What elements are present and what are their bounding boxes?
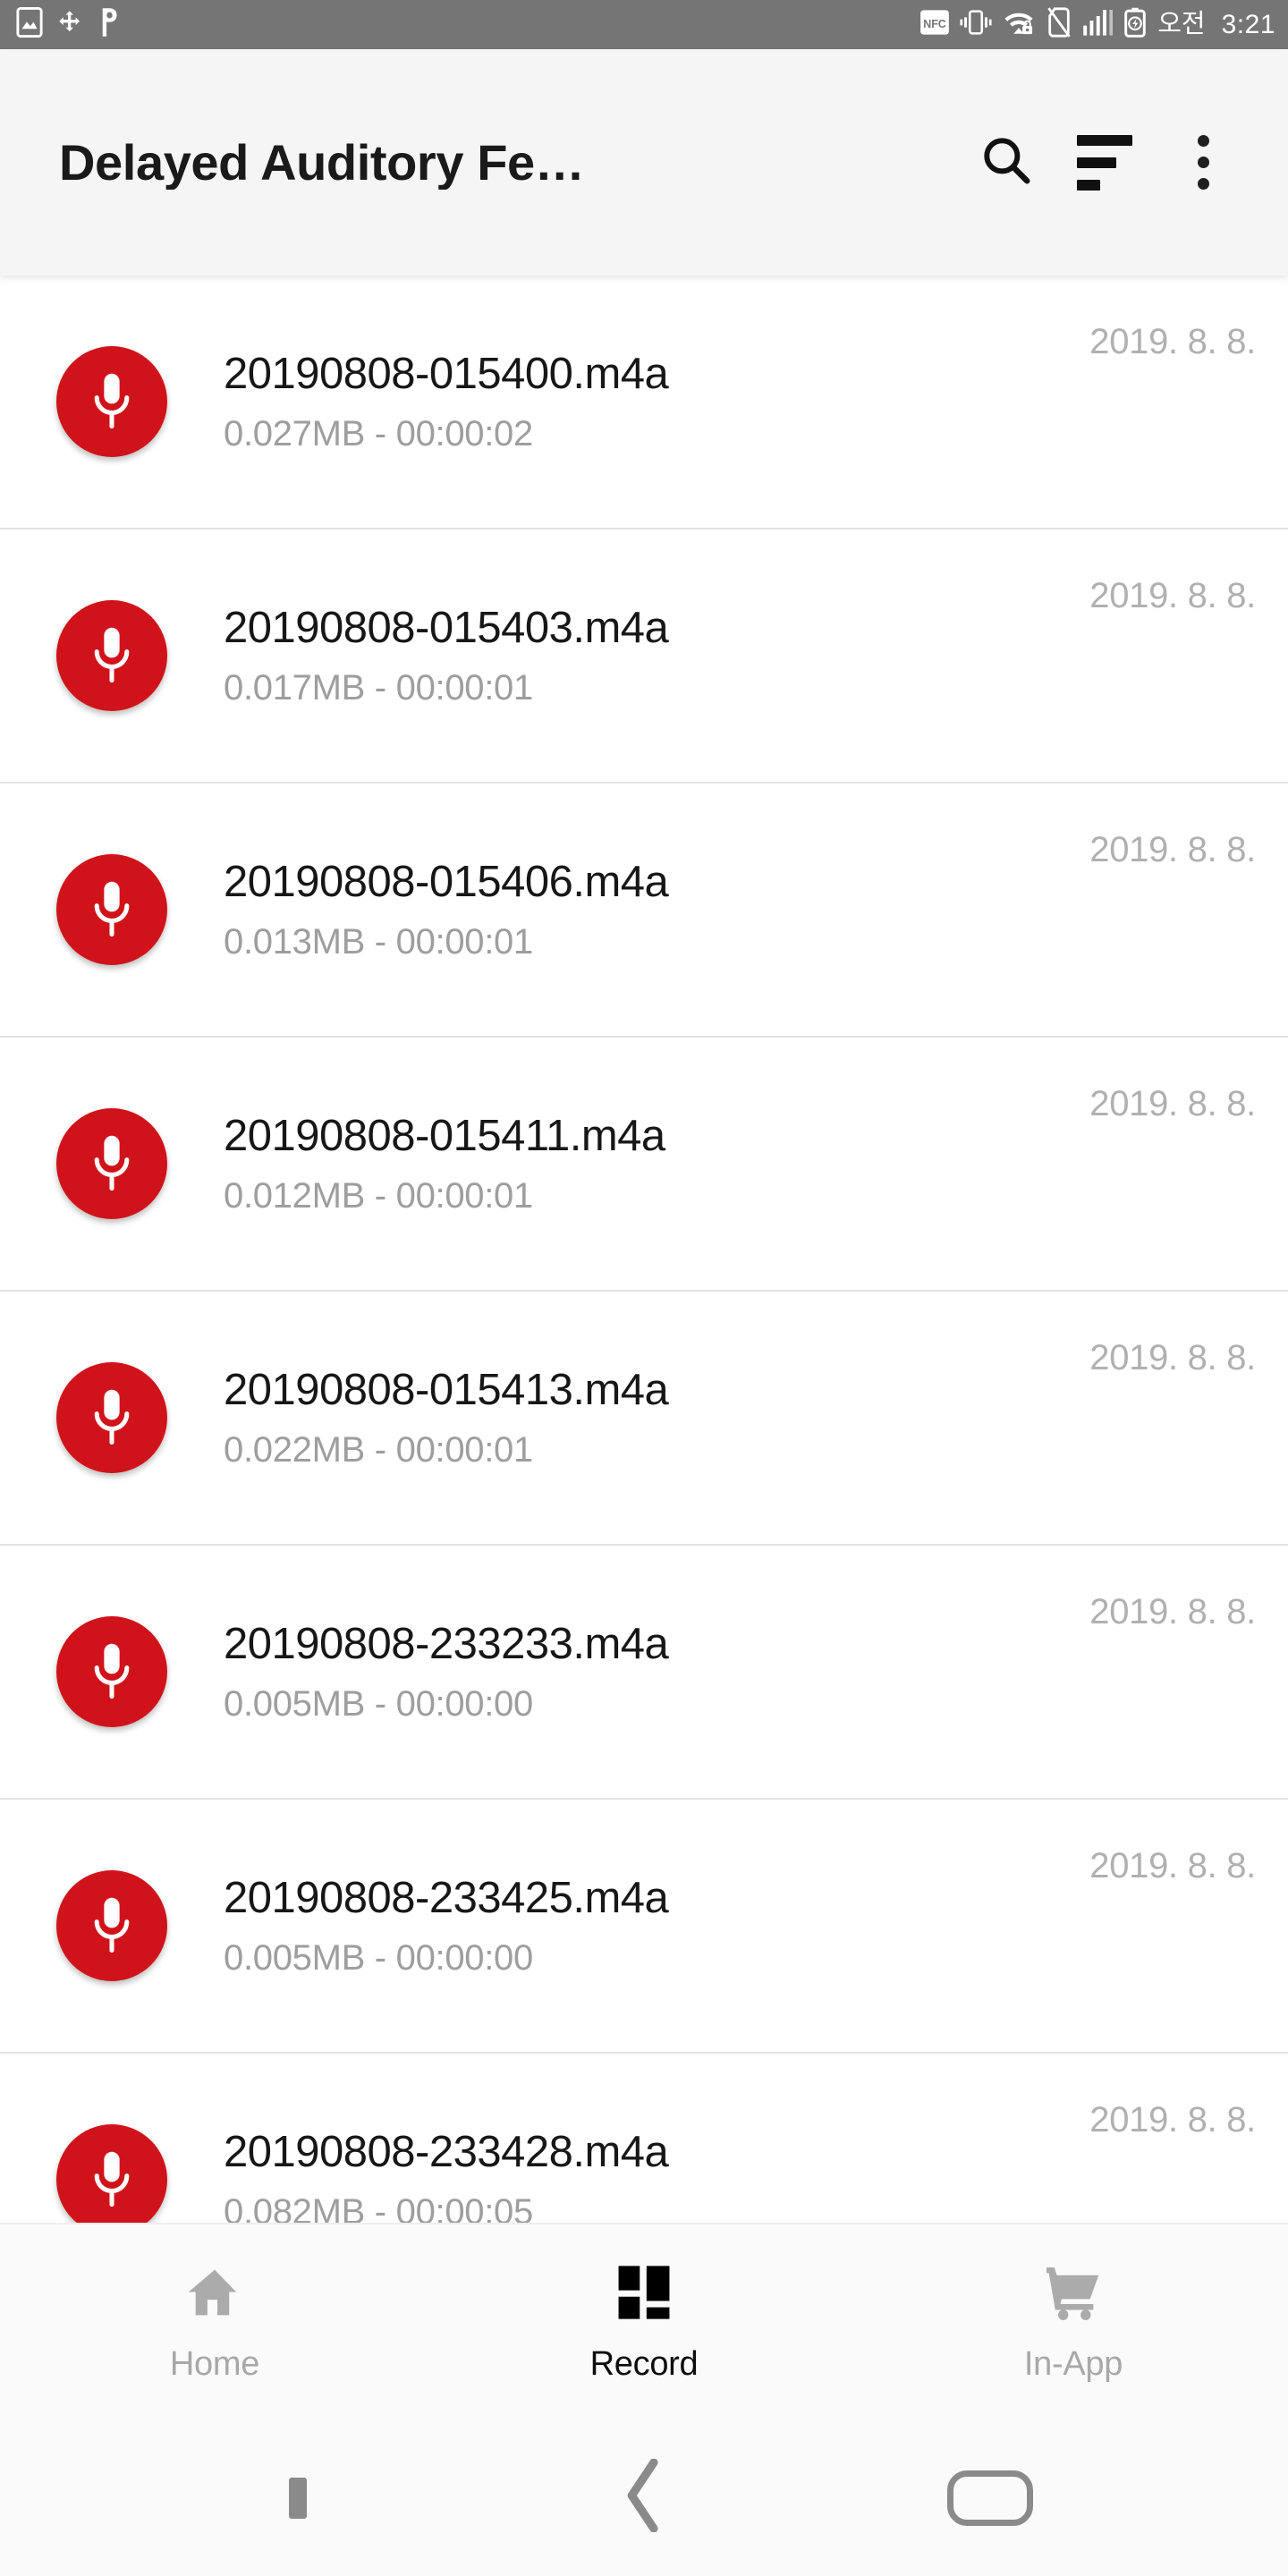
microphone-icon: [56, 1362, 167, 1473]
recording-filename: 20190808-233428.m4a: [224, 2127, 669, 2176]
usb-transfer-icon: [55, 9, 86, 40]
recording-meta: 0.005MB - 00:00:00: [224, 1937, 533, 1978]
status-bar: NFC 오전 3:21: [0, 0, 1288, 49]
bottom-nav-item-inapp[interactable]: In-App: [859, 2224, 1288, 2419]
svg-text:NFC: NFC: [923, 18, 946, 30]
home-pill-icon: [946, 2470, 1033, 2526]
recording-thumbnail: [0, 1870, 224, 1981]
bottom-nav-item-home[interactable]: Home: [0, 2224, 429, 2419]
recording-thumbnail: [0, 1108, 224, 1219]
recording-thumbnail: [0, 1616, 224, 1727]
bottom-nav-label-home: Home: [169, 2345, 260, 2383]
list-item[interactable]: 20190808-233233.m4a 0.005MB - 00:00:00 2…: [0, 1546, 1288, 1800]
recording-list[interactable]: 20190808-015400.m4a 0.027MB - 00:00:02 2…: [0, 275, 1288, 2223]
back-button[interactable]: [581, 2419, 707, 2576]
status-bar-right-icons: NFC 오전 3:21: [919, 7, 1275, 42]
recording-meta: 0.017MB - 00:00:01: [224, 667, 533, 708]
recents-icon: [289, 2477, 308, 2519]
status-bar-left-icons: [16, 7, 120, 42]
battery-charging-icon: [1123, 7, 1148, 42]
image-icon: [16, 7, 43, 42]
nfc-icon: NFC: [919, 9, 950, 40]
recording-date: 2019. 8. 8.: [1089, 1084, 1256, 1123]
search-icon: [979, 132, 1034, 192]
recording-meta: 0.012MB - 00:00:01: [224, 1175, 533, 1216]
recording-info: 20190808-015413.m4a 0.022MB - 00:00:01: [224, 1368, 1068, 1468]
recording-filename: 20190808-015406.m4a: [224, 857, 669, 906]
recording-date: 2019. 8. 8.: [1089, 1338, 1256, 1377]
app-root: NFC 오전 3:21 Delayed Auditory Fe… 2019080…: [0, 0, 1288, 2576]
recording-filename: 20190808-233233.m4a: [224, 1619, 669, 1668]
bottom-nav-label-inapp: In-App: [1023, 2345, 1123, 2383]
recording-meta: 0.005MB - 00:00:00: [224, 1683, 533, 1724]
recording-info: 20190808-015403.m4a 0.017MB - 00:00:01: [224, 606, 1068, 706]
page-title: Delayed Auditory Fe…: [59, 134, 585, 191]
home-button[interactable]: [928, 2419, 1053, 2576]
bottom-nav-item-record[interactable]: Record: [429, 2224, 859, 2419]
parking-p-icon: [98, 7, 120, 42]
microphone-icon: [56, 1616, 167, 1727]
recording-date: 2019. 8. 8.: [1089, 1846, 1256, 1885]
microphone-icon: [56, 2124, 167, 2223]
recording-date: 2019. 8. 8.: [1089, 322, 1256, 361]
list-item[interactable]: 20190808-233425.m4a 0.005MB - 00:00:00 2…: [0, 1800, 1288, 2054]
overflow-menu-button[interactable]: [1154, 114, 1252, 212]
home-icon: [185, 2263, 244, 2322]
signal-icon: [1082, 8, 1114, 41]
list-item[interactable]: 20190808-015406.m4a 0.013MB - 00:00:01 2…: [0, 784, 1288, 1038]
list-item[interactable]: 20190808-015400.m4a 0.027MB - 00:00:02 2…: [0, 275, 1288, 530]
recording-date: 2019. 8. 8.: [1089, 576, 1256, 615]
list-item[interactable]: 20190808-015413.m4a 0.022MB - 00:00:01 2…: [0, 1292, 1288, 1546]
recording-thumbnail: [0, 600, 224, 711]
search-button[interactable]: [957, 114, 1055, 212]
microphone-icon: [56, 1870, 167, 1981]
recording-filename: 20190808-015400.m4a: [224, 349, 669, 398]
cart-icon: [1044, 2263, 1103, 2322]
recording-date: 2019. 8. 8.: [1089, 2100, 1256, 2140]
toolbar-actions: [957, 114, 1252, 212]
recording-filename: 20190808-233425.m4a: [224, 1873, 669, 1922]
app-toolbar: Delayed Auditory Fe…: [0, 49, 1288, 275]
recording-meta: 0.082MB - 00:00:05: [224, 2191, 533, 2224]
recording-thumbnail: [0, 2124, 224, 2223]
recording-info: 20190808-233428.m4a 0.082MB - 00:00:05: [224, 2127, 1068, 2224]
recording-filename: 20190808-015413.m4a: [224, 1365, 669, 1414]
no-sim-icon: [1046, 7, 1072, 42]
recording-thumbnail: [0, 854, 224, 965]
back-icon: [622, 2458, 666, 2537]
recording-info: 20190808-233425.m4a 0.005MB - 00:00:00: [224, 1873, 1068, 1978]
recording-meta: 0.013MB - 00:00:01: [224, 921, 533, 962]
microphone-icon: [56, 854, 167, 965]
status-clock: 3:21: [1221, 9, 1275, 39]
recording-info: 20190808-233233.m4a 0.005MB - 00:00:00: [224, 1619, 1068, 1724]
recording-info: 20190808-015400.m4a 0.027MB - 00:00:02: [224, 352, 1068, 452]
microphone-icon: [56, 346, 167, 457]
bottom-navigation: Home Record In-App: [0, 2223, 1288, 2419]
recording-info: 20190808-015411.m4a 0.012MB - 00:00:01: [224, 1114, 1068, 1214]
recording-meta: 0.027MB - 00:00:02: [224, 413, 533, 453]
list-item[interactable]: 20190808-233428.m4a 0.082MB - 00:00:05 2…: [0, 2054, 1288, 2223]
bottom-nav-label-record: Record: [589, 2345, 699, 2383]
sort-icon: [1077, 134, 1132, 191]
microphone-icon: [56, 1108, 167, 1219]
status-ampm: 오전: [1157, 10, 1206, 38]
recording-date: 2019. 8. 8.: [1089, 1592, 1256, 1631]
microphone-icon: [56, 600, 167, 711]
wifi-secure-icon: [1002, 8, 1036, 41]
dashboard-icon: [616, 2263, 672, 2322]
recording-filename: 20190808-015411.m4a: [224, 1111, 665, 1160]
recording-info: 20190808-015406.m4a 0.013MB - 00:00:01: [224, 860, 1068, 960]
list-item[interactable]: 20190808-015403.m4a 0.017MB - 00:00:01 2…: [0, 530, 1288, 784]
recording-filename: 20190808-015403.m4a: [224, 603, 669, 652]
recents-button[interactable]: [235, 2419, 360, 2576]
list-item[interactable]: 20190808-015411.m4a 0.012MB - 00:00:01 2…: [0, 1038, 1288, 1292]
sort-button[interactable]: [1055, 114, 1154, 212]
android-navigation-bar: [0, 2419, 1288, 2576]
recording-thumbnail: [0, 346, 224, 457]
recording-thumbnail: [0, 1362, 224, 1473]
more-options-icon: [1197, 135, 1209, 190]
recording-date: 2019. 8. 8.: [1089, 830, 1256, 869]
vibrate-icon: [960, 8, 992, 41]
recording-meta: 0.022MB - 00:00:01: [224, 1429, 533, 1470]
